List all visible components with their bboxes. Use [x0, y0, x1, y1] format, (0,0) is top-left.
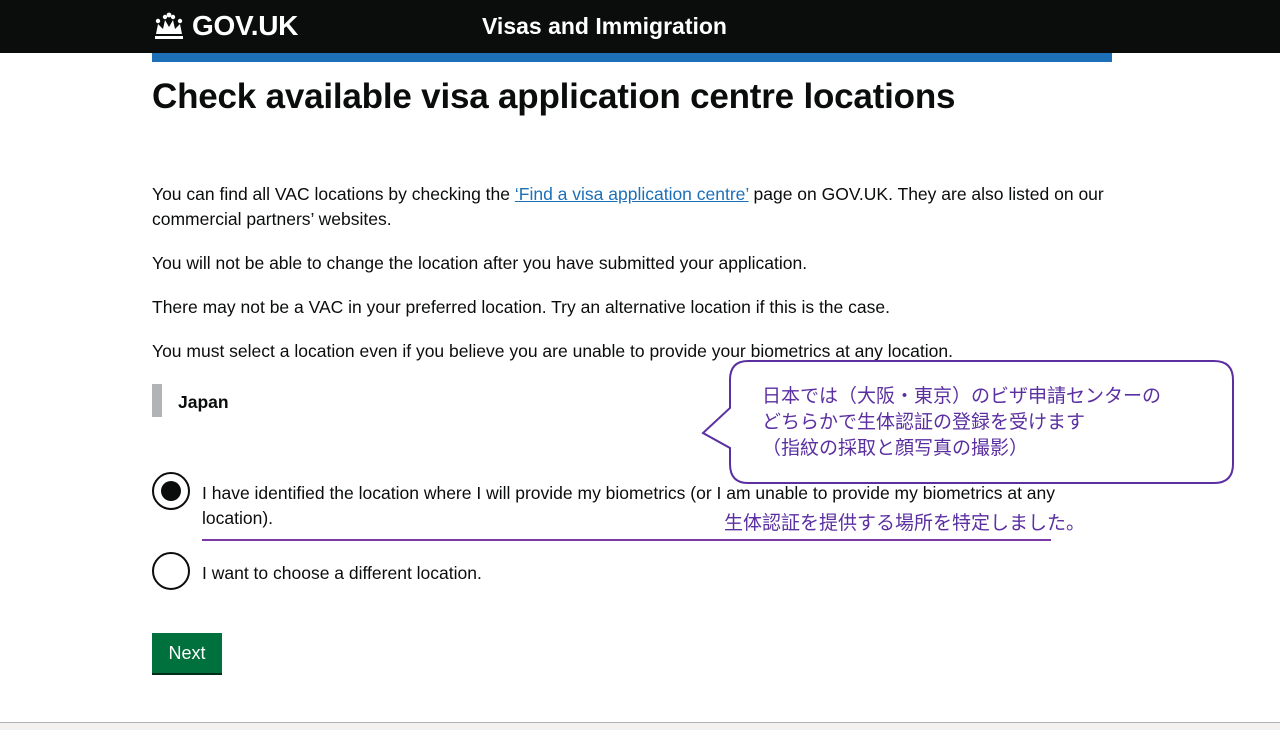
intro-paragraph: You can find all VAC locations by checki…	[152, 182, 1112, 232]
govuk-logo-link[interactable]: GOV.UK	[152, 10, 298, 42]
annotation-callout: 日本では（大阪・東京）のビザ申請センターの どちらかで生体認証の登録を受けます …	[700, 360, 1236, 486]
callout-line-1: 日本では（大阪・東京）のビザ申請センターの	[762, 385, 1162, 407]
logo-text: GOV.UK	[192, 10, 299, 41]
radio-option-different[interactable]: I want to choose a different location.	[152, 552, 1082, 590]
intro-text-before: You can find all VAC locations by checki…	[152, 184, 515, 204]
country-inset: Japan	[152, 384, 229, 417]
annotation-note: 生体認証を提供する場所を特定しました。	[724, 512, 1086, 534]
callout-text: 日本では（大阪・東京）のビザ申請センターの どちらかで生体認証の登録を受けます …	[762, 383, 1232, 461]
callout-line-3: （指紋の採取と顔写真の撮影）	[762, 437, 1029, 459]
callout-line-2: どちらかで生体認証の登録を受けます	[762, 411, 1086, 433]
crown-icon	[155, 12, 183, 39]
radio-button-unchecked[interactable]	[152, 552, 190, 590]
radio-selected-dot	[161, 481, 181, 501]
find-vac-link[interactable]: ‘Find a visa application centre’	[515, 184, 749, 204]
radio-label[interactable]: I want to choose a different location.	[202, 561, 1082, 586]
service-name-link[interactable]: Visas and Immigration	[482, 12, 727, 40]
no-change-paragraph: You will not be able to change the locat…	[152, 253, 808, 273]
next-button[interactable]: Next	[152, 633, 222, 673]
header-blue-bar	[152, 53, 1112, 62]
alternative-paragraph: There may not be a VAC in your preferred…	[152, 297, 890, 317]
govuk-header: GOV.UK Visas and Immigration	[0, 0, 1280, 53]
footer-border	[0, 722, 1280, 730]
annotation-underline	[202, 539, 1051, 541]
page-title: Check available visa application centre …	[152, 77, 956, 116]
radio-button-checked[interactable]	[152, 472, 190, 510]
